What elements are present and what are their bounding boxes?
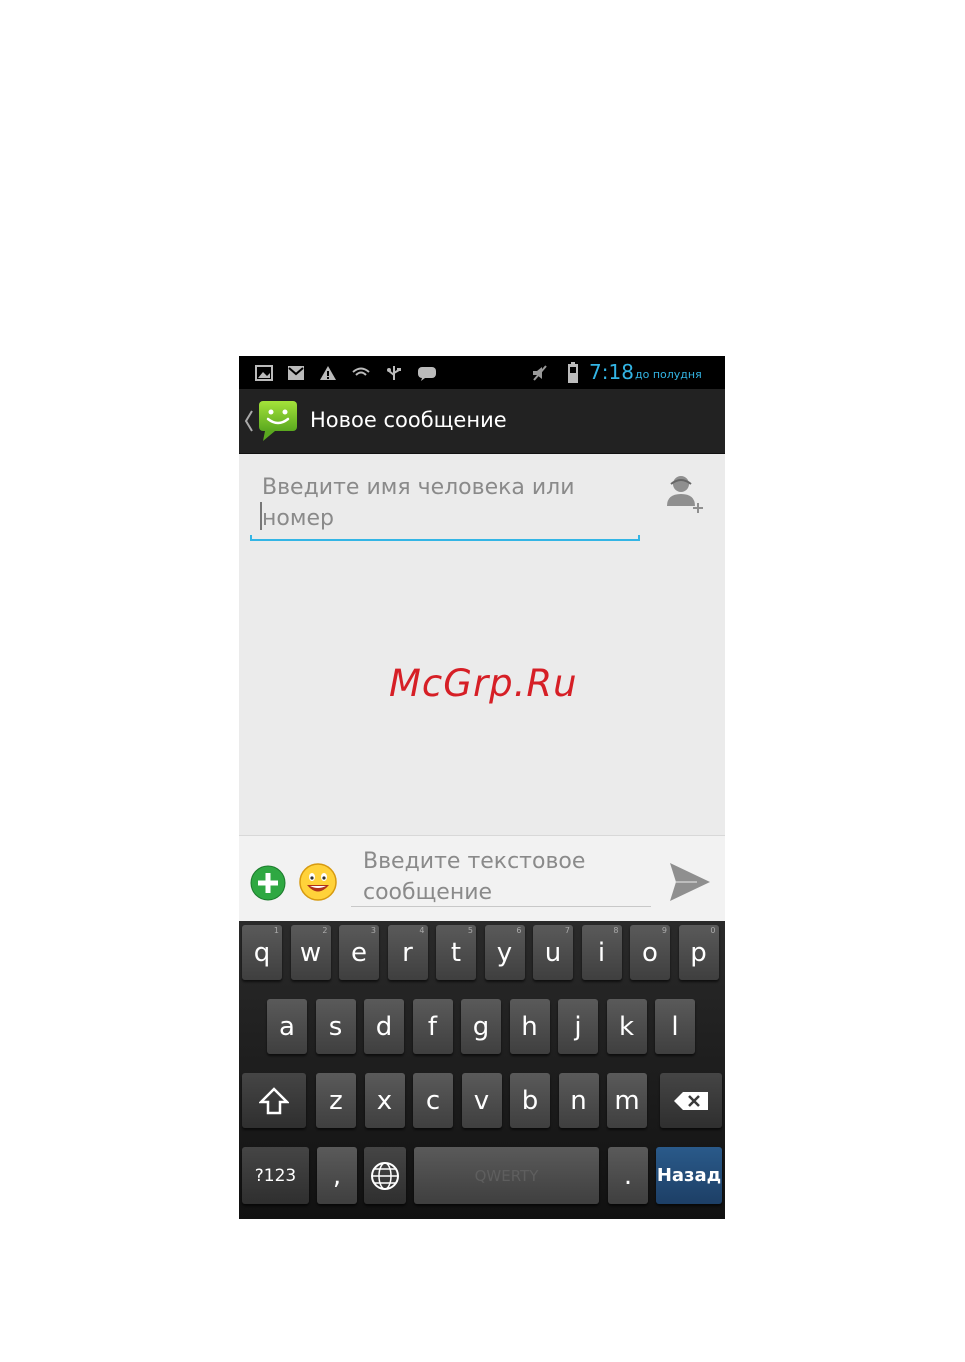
key-label: e — [351, 937, 367, 968]
key-hint: 0 — [710, 926, 716, 935]
key-n[interactable]: n — [558, 1073, 599, 1128]
chat-notification-icon — [418, 367, 436, 381]
enter-back-key[interactable]: Назад — [656, 1147, 722, 1204]
key-z[interactable]: z — [316, 1073, 356, 1128]
key-hint: 8 — [613, 926, 619, 935]
gallery-notification-icon — [255, 365, 273, 381]
key-f[interactable]: f — [412, 999, 453, 1054]
key-g[interactable]: g — [461, 999, 501, 1054]
key-label: i — [597, 937, 606, 968]
status-time: 7:18 — [589, 360, 634, 384]
key-label: t — [450, 937, 462, 968]
key-hint: 3 — [370, 926, 376, 935]
key-l[interactable]: l — [655, 999, 695, 1054]
phone-screen: 7:18 до полудня Новое сообщение Введите … — [239, 356, 725, 1219]
recipient-underline — [250, 535, 640, 541]
message-input[interactable]: Введите текстовое сообщение — [351, 842, 651, 908]
warning-icon — [320, 366, 336, 380]
key-hint: 5 — [467, 926, 473, 935]
smiley-emoji-icon[interactable] — [298, 862, 338, 902]
key-hint: 2 — [322, 926, 328, 935]
key-label: q — [253, 937, 271, 968]
soft-keyboard: q1w2e3r4t5y6u7i8o9p0 asdfghjkl zxcvbnm ?… — [239, 921, 725, 1219]
key-b[interactable]: b — [510, 1073, 550, 1128]
key-hint: 7 — [564, 926, 570, 935]
key-j[interactable]: j — [558, 999, 598, 1054]
message-underline — [351, 906, 651, 907]
language-key[interactable] — [364, 1147, 406, 1204]
key-label: r — [402, 937, 413, 968]
wifi-icon — [352, 367, 370, 376]
backspace-icon — [674, 1091, 708, 1110]
key-w[interactable]: w2 — [290, 925, 331, 980]
key-hint: 6 — [516, 926, 522, 935]
key-label: w — [299, 937, 322, 968]
key-r[interactable]: r4 — [387, 925, 428, 980]
key-u[interactable]: u7 — [533, 925, 573, 980]
key-s[interactable]: s — [315, 999, 356, 1054]
symbols-key[interactable]: ?123 — [242, 1147, 309, 1204]
battery-icon — [568, 362, 578, 383]
usb-icon — [387, 366, 401, 380]
key-i[interactable]: i8 — [581, 925, 622, 980]
key-c[interactable]: c — [413, 1073, 453, 1128]
key-e[interactable]: e3 — [339, 925, 379, 980]
key-k[interactable]: k — [606, 999, 647, 1054]
key-label: u — [544, 937, 562, 968]
backspace-key[interactable] — [660, 1073, 722, 1128]
key-d[interactable]: d — [364, 999, 404, 1054]
key-label: y — [496, 937, 513, 968]
key-label: o — [642, 937, 658, 968]
shift-arrow-icon — [259, 1086, 289, 1114]
shift-key[interactable] — [242, 1073, 306, 1128]
recipient-input[interactable]: Введите имя человека или номер — [250, 466, 640, 546]
period-key[interactable]: . — [608, 1147, 648, 1204]
attach-plus-icon[interactable] — [250, 865, 286, 901]
key-o[interactable]: o9 — [630, 925, 670, 980]
recipient-placeholder: Введите имя человека или номер — [262, 475, 575, 531]
text-cursor — [260, 502, 262, 530]
comma-key[interactable]: , — [317, 1147, 357, 1204]
key-x[interactable]: x — [364, 1073, 405, 1128]
key-q[interactable]: q1 — [242, 925, 282, 980]
status-ampm: до полудня — [635, 368, 702, 381]
watermark-text: McGrp.Ru — [389, 662, 578, 705]
key-hint: 4 — [419, 926, 425, 935]
send-icon[interactable] — [667, 860, 713, 904]
key-v[interactable]: v — [461, 1073, 502, 1128]
key-h[interactable]: h — [509, 999, 550, 1054]
key-t[interactable]: t5 — [436, 925, 476, 980]
action-bar: Новое сообщение — [239, 389, 725, 454]
page-title: Новое сообщение — [310, 408, 507, 432]
message-placeholder: Введите текстовое сообщение — [363, 849, 586, 905]
key-m[interactable]: m — [607, 1073, 647, 1128]
key-hint: 1 — [273, 926, 279, 935]
key-hint: 9 — [661, 926, 667, 935]
space-key[interactable]: QWERTY — [414, 1147, 599, 1204]
add-contact-icon[interactable] — [663, 472, 707, 516]
key-label: p — [690, 937, 707, 968]
globe-icon — [371, 1161, 399, 1190]
message-notification-icon — [288, 366, 304, 380]
messaging-app-icon[interactable] — [257, 399, 299, 443]
back-chevron-icon[interactable] — [244, 409, 254, 433]
mute-icon — [533, 365, 547, 381]
key-a[interactable]: a — [267, 999, 307, 1054]
status-bar: 7:18 до полудня — [239, 356, 725, 389]
key-p[interactable]: p0 — [678, 925, 719, 980]
key-y[interactable]: y6 — [484, 925, 525, 980]
compose-bar: Введите текстовое сообщение — [239, 835, 725, 921]
